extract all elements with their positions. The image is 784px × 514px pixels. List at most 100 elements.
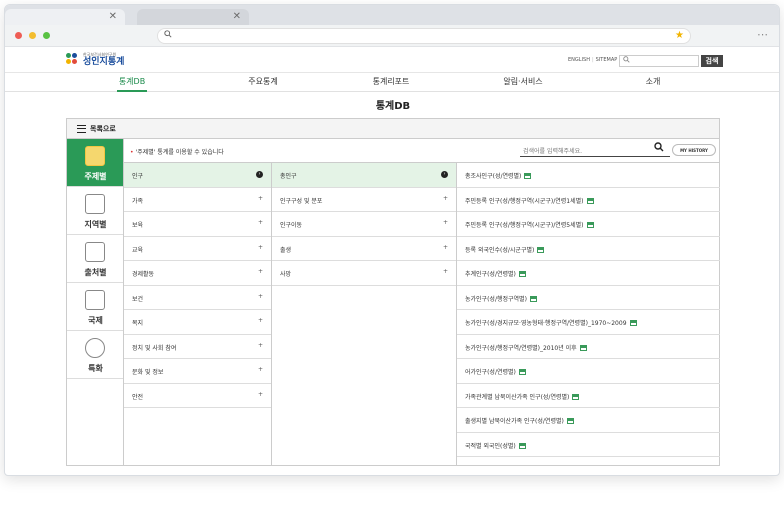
table-icon: [566, 418, 574, 424]
panel-info-row: • '주제별' 통계를 이용할 수 있습니다 검색어를 입력해주세요. MY HI…: [124, 139, 720, 163]
close-tab-icon[interactable]: ✕: [233, 11, 241, 22]
back-to-list-button[interactable]: 목록으로: [90, 124, 116, 134]
list-item[interactable]: 경제활동 +: [124, 261, 271, 286]
maximize-window-button[interactable]: [43, 32, 50, 39]
table-icon: [524, 173, 532, 179]
sidebar-item-source[interactable]: 출처별: [67, 235, 123, 283]
book-icon: [85, 242, 105, 262]
browser-tab-active[interactable]: ✕: [5, 9, 125, 25]
sidebar-item-region[interactable]: 지역별: [67, 187, 123, 235]
header-search-button[interactable]: 검색: [701, 55, 723, 67]
stats-search-input[interactable]: 검색어를 입력해주세요.: [520, 143, 670, 157]
list-item[interactable]: 인구이동 +: [272, 212, 456, 237]
table-icon: [586, 197, 594, 204]
table-link[interactable]: 가족관계별 남북이산가족 인구(성/연령별): [457, 384, 720, 408]
panel-toolbar: 목록으로: [67, 119, 719, 139]
topic-icon: [85, 146, 105, 166]
sidebar-item-topic[interactable]: 주제별: [67, 139, 123, 187]
plus-icon: +: [257, 366, 263, 373]
table-icon: [529, 295, 537, 302]
header-search-input[interactable]: [619, 55, 699, 67]
table-icon: [537, 246, 545, 253]
bookmark-star-icon[interactable]: ★: [675, 30, 684, 41]
table-icon: [518, 271, 526, 277]
browser-menu-icon[interactable]: ⋯: [757, 28, 769, 41]
list-item[interactable]: 문화 및 정보 +: [124, 359, 271, 384]
my-history-button[interactable]: MY HISTORY: [672, 144, 716, 156]
plus-icon: +: [442, 194, 448, 202]
browser-tab[interactable]: ✕: [137, 9, 249, 25]
plus-icon: +: [257, 194, 263, 202]
stats-table-column: 총조사인구(성/연령별) 주민등록 인구(성/행정구역(시군구)/연령1세별) …: [457, 163, 720, 466]
category-sidebar: 주제별 지역별 출처별 국제 특화: [67, 139, 124, 466]
table-link[interactable]: 어가인구(성/연령별): [457, 359, 720, 384]
table-icon: [518, 442, 526, 449]
plus-icon: +: [442, 243, 448, 251]
tab-strip: ✕ ✕: [5, 5, 779, 25]
search-icon[interactable]: [654, 142, 664, 155]
magnifier-icon: [85, 338, 105, 358]
list-item[interactable]: 출생 +: [272, 237, 456, 261]
close-window-button[interactable]: [15, 32, 22, 39]
list-item[interactable]: 사망 +: [272, 261, 456, 286]
utility-links: ENGLISH | SITEMAP: [568, 57, 618, 63]
site-logo[interactable]: 한국보건사회연구원 성인지통계: [66, 50, 124, 70]
plus-icon: +: [257, 219, 263, 226]
list-item[interactable]: 안전 +: [124, 384, 271, 408]
table-link[interactable]: 출생지별 남북이산가족 인구(성/연령별): [457, 408, 720, 433]
list-item[interactable]: 인구구성 및 분포 +: [272, 188, 456, 212]
table-icon: [586, 222, 594, 228]
logo-title: 성인지통계: [83, 57, 125, 67]
list-item[interactable]: 정치 및 사회 참여 +: [124, 335, 271, 359]
sidebar-item-label: 출처별: [84, 268, 107, 277]
logo-mark-icon: [66, 53, 80, 67]
category-column: 인구 › 가족 + 보육 + 교육 + 경제활동 + 보건 + 복지 + 정치 및 사회 참여…: [124, 163, 272, 466]
plus-icon: +: [442, 268, 448, 275]
search-icon: [623, 56, 630, 65]
table-link[interactable]: 주민등록 인구(성/행정구역(시군구)/연령5세별): [457, 212, 720, 237]
table-link[interactable]: 국적별 외국인(성별): [457, 433, 720, 457]
plus-icon: +: [257, 317, 263, 324]
nav-stats-report[interactable]: 통계리포트: [369, 76, 413, 92]
list-item[interactable]: 가족 +: [124, 188, 271, 212]
sidebar-item-label: 특화: [88, 364, 103, 373]
page-title: 통계DB: [375, 101, 411, 112]
table-icon: [518, 369, 526, 375]
list-item[interactable]: 보육 +: [124, 212, 271, 237]
plus-icon: +: [442, 219, 448, 226]
info-text: • '주제별' 통계를 이용할 수 있습니다: [130, 149, 224, 156]
sitemap-link[interactable]: SITEMAP: [596, 57, 618, 63]
table-link[interactable]: 농가인구(성/경지규모·영농형태·행정구역/연령별)_1970~2009: [457, 310, 720, 335]
table-link[interactable]: 등록 외국인수(성/시군구별): [457, 237, 720, 261]
map-icon: [85, 194, 105, 214]
english-link[interactable]: ENGLISH: [568, 57, 590, 63]
table-link[interactable]: 총조사인구(성/연령별): [457, 163, 720, 188]
list-item[interactable]: 인구 ›: [124, 163, 271, 188]
table-link[interactable]: 농가인구(성/행정구역별): [457, 286, 720, 310]
main-nav: 통계DB 주요통계 통계리포트 알림·서비스 소개: [5, 73, 779, 92]
list-item[interactable]: 보건 +: [124, 286, 271, 310]
close-tab-icon[interactable]: ✕: [109, 11, 117, 22]
list-item[interactable]: 총인구 ›: [272, 163, 456, 188]
sidebar-item-international[interactable]: 국제: [67, 283, 123, 331]
list-item[interactable]: 복지 +: [124, 310, 271, 335]
sidebar-item-special[interactable]: 특화: [67, 331, 123, 379]
nav-notice-service[interactable]: 알림·서비스: [501, 76, 545, 92]
list-item[interactable]: 교육 +: [124, 237, 271, 261]
plus-icon: +: [257, 243, 263, 251]
list-menu-icon[interactable]: [77, 125, 86, 133]
address-bar[interactable]: ★: [157, 28, 691, 44]
window-controls: [15, 32, 57, 41]
table-link[interactable]: 추계인구(성/연령별): [457, 261, 720, 286]
nav-about[interactable]: 소개: [643, 76, 663, 92]
site-header: 한국보건사회연구원 성인지통계 ENGLISH | SITEMAP 검색: [5, 47, 779, 73]
browser-window: ✕ ✕ ★ ⋯ 한국보건사회연구원 성인지통계 ENGLISH | SITEMA…: [4, 4, 780, 476]
sidebar-item-label: 주제별: [84, 172, 107, 181]
minimize-window-button[interactable]: [29, 32, 36, 39]
nav-stats-db[interactable]: 통계DB: [117, 76, 147, 92]
browser-toolbar: ★ ⋯: [5, 25, 779, 47]
table-link[interactable]: 농가인구(성/행정구역/연령별)_2010년 이후: [457, 335, 720, 359]
table-icon: [572, 393, 580, 400]
table-link[interactable]: 주민등록 인구(성/행정구역(시군구)/연령1세별): [457, 188, 720, 212]
nav-main-stats[interactable]: 주요통계: [245, 76, 281, 92]
